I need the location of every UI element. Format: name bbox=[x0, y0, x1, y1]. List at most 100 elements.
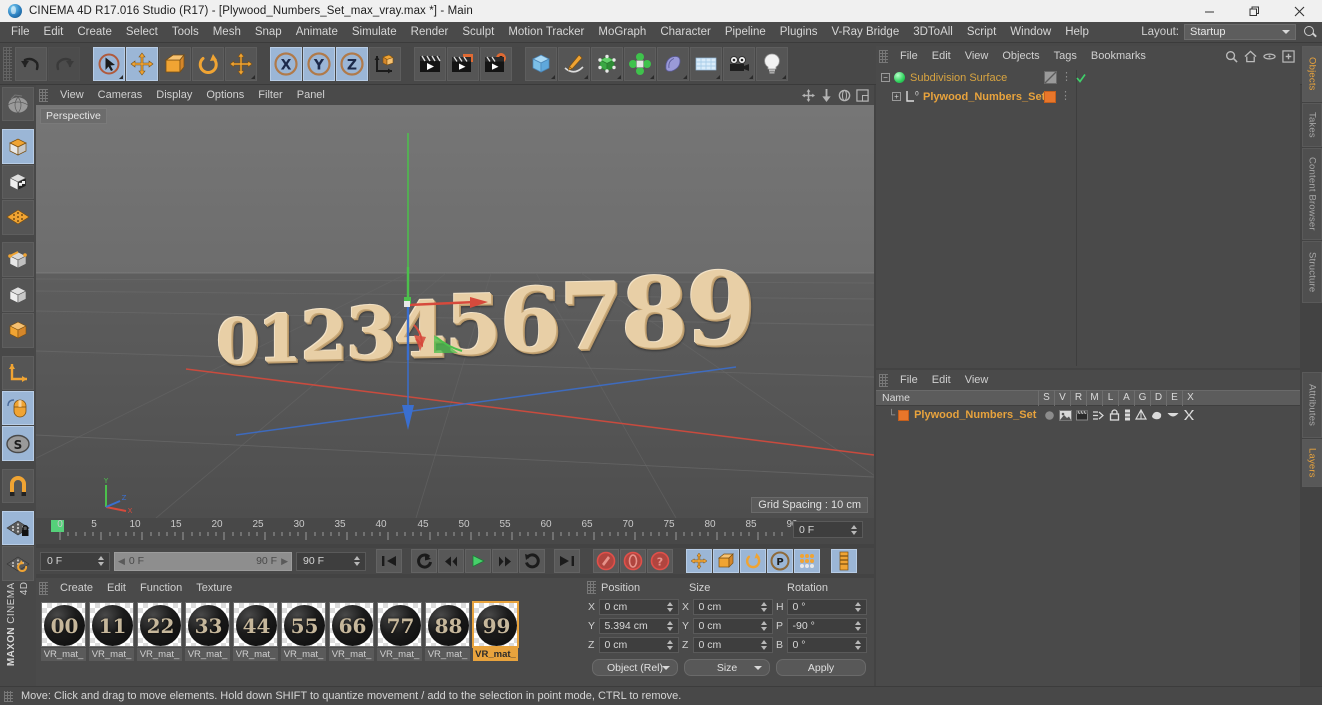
xref-toggle-icon[interactable] bbox=[1183, 409, 1195, 421]
toolbar-grip[interactable] bbox=[3, 46, 12, 81]
manager-toggle-icon[interactable] bbox=[1092, 410, 1105, 421]
spinner-icon[interactable] bbox=[851, 524, 858, 535]
menu-3dtoall[interactable]: 3DToAll bbox=[906, 24, 960, 40]
search-icon[interactable] bbox=[1302, 24, 1319, 41]
add-generator-button[interactable] bbox=[591, 46, 623, 81]
material-item[interactable]: 55 VR_mat_ bbox=[281, 602, 326, 661]
close-button[interactable] bbox=[1277, 0, 1322, 22]
render-view-button[interactable] bbox=[414, 46, 446, 81]
play-backwards-button[interactable] bbox=[411, 549, 437, 573]
coordinates-grip[interactable] bbox=[587, 581, 596, 594]
record-scale-button[interactable] bbox=[713, 549, 739, 573]
range-right-arrow-icon[interactable]: ▶ bbox=[281, 556, 288, 567]
layer-manager-grip[interactable] bbox=[879, 373, 888, 387]
spinner-icon[interactable] bbox=[761, 621, 768, 631]
menu-mograph[interactable]: MoGraph bbox=[591, 24, 653, 40]
visible-toggle-icon[interactable] bbox=[1059, 409, 1073, 421]
material-menu-edit[interactable]: Edit bbox=[100, 581, 133, 595]
rot-h-field[interactable]: 0 ° bbox=[786, 599, 867, 615]
material-preview[interactable]: 77 bbox=[377, 602, 422, 647]
step-back-button[interactable] bbox=[438, 549, 464, 573]
add-cube-button[interactable] bbox=[525, 46, 557, 81]
menu-plugins[interactable]: Plugins bbox=[773, 24, 825, 40]
spinner-icon[interactable] bbox=[667, 602, 674, 612]
material-preview[interactable]: 55 bbox=[281, 602, 326, 647]
layer-row[interactable]: └ Plywood_Numbers_Set bbox=[876, 406, 1300, 424]
polygons-mode-button[interactable] bbox=[2, 313, 34, 348]
lock-toggle-icon[interactable] bbox=[1109, 409, 1120, 421]
menu-file[interactable]: File bbox=[4, 24, 37, 40]
layer-color-swatch[interactable] bbox=[898, 409, 910, 421]
snap-button[interactable] bbox=[2, 468, 34, 504]
add-light-button[interactable] bbox=[756, 46, 788, 81]
tab-attributes[interactable]: Attributes bbox=[1302, 372, 1322, 438]
material-item[interactable]: 22 VR_mat_ bbox=[137, 602, 182, 661]
minimize-button[interactable] bbox=[1187, 0, 1232, 22]
rot-p-field[interactable]: -90 ° bbox=[786, 618, 867, 634]
material-menu-create[interactable]: Create bbox=[53, 581, 100, 595]
transform-tool-button[interactable] bbox=[225, 46, 257, 81]
object-menu-view[interactable]: View bbox=[958, 49, 996, 63]
expression-toggle-icon[interactable] bbox=[1167, 411, 1179, 420]
max-frame-input[interactable]: 90 F bbox=[296, 551, 366, 571]
material-preview[interactable]: 88 bbox=[425, 602, 470, 647]
render-settings-button[interactable] bbox=[480, 46, 512, 81]
material-menu-function[interactable]: Function bbox=[133, 581, 189, 595]
pos-y-field[interactable]: 5.394 cm bbox=[598, 618, 679, 634]
current-frame-input[interactable]: 0 F bbox=[40, 551, 110, 571]
object-manager-grip[interactable] bbox=[879, 49, 888, 63]
y-axis-lock-button[interactable]: Y bbox=[303, 46, 335, 81]
apply-button[interactable]: Apply bbox=[776, 659, 866, 676]
viewport-grip[interactable] bbox=[39, 88, 48, 102]
viewport-menu-options[interactable]: Options bbox=[199, 88, 251, 102]
expand-toggle-icon[interactable]: − bbox=[881, 73, 890, 82]
material-preview[interactable]: 44 bbox=[233, 602, 278, 647]
points-mode-button[interactable] bbox=[2, 200, 34, 235]
material-preview[interactable]: 33 bbox=[185, 602, 230, 647]
menu-tools[interactable]: Tools bbox=[165, 24, 206, 40]
add-environment-button[interactable] bbox=[690, 46, 722, 81]
object-menu-file[interactable]: File bbox=[893, 49, 925, 63]
edges-mode-button[interactable] bbox=[2, 242, 34, 277]
autokeying-button[interactable] bbox=[620, 549, 646, 573]
timeline-ruler[interactable]: 0 5 10 15 20 25 30 35 40 45 50 55 60 65 … bbox=[40, 518, 798, 544]
animation-toggle-icon[interactable] bbox=[1124, 409, 1131, 421]
material-manager-grip[interactable] bbox=[39, 581, 48, 595]
expand-toggle-icon[interactable]: + bbox=[892, 92, 901, 101]
material-preview[interactable]: 66 bbox=[329, 602, 374, 647]
menu-animate[interactable]: Animate bbox=[289, 24, 345, 40]
object-row-subdivision-surface[interactable]: − Subdivision Surface ⋮ bbox=[876, 68, 1300, 87]
maximize-view-icon[interactable] bbox=[856, 88, 869, 102]
spinner-icon[interactable] bbox=[855, 640, 862, 650]
deformer-toggle-icon[interactable] bbox=[1151, 410, 1163, 421]
rot-b-field[interactable]: 0 ° bbox=[786, 637, 867, 653]
menu-create[interactable]: Create bbox=[70, 24, 119, 40]
world-object-coordinates-button[interactable] bbox=[369, 46, 401, 81]
record-position-button[interactable] bbox=[686, 549, 712, 573]
display-tag-icon[interactable] bbox=[1044, 71, 1057, 84]
material-preview[interactable]: 22 bbox=[137, 602, 182, 647]
layout-dropdown[interactable]: Startup bbox=[1184, 24, 1296, 40]
menu-vray-bridge[interactable]: V-Ray Bridge bbox=[824, 24, 906, 40]
menu-window[interactable]: Window bbox=[1003, 24, 1058, 40]
home-icon[interactable] bbox=[1244, 50, 1257, 63]
menu-pipeline[interactable]: Pipeline bbox=[718, 24, 773, 40]
spinner-icon[interactable] bbox=[855, 621, 862, 631]
material-item-selected[interactable]: 99 VR_mat_ bbox=[472, 601, 519, 661]
menu-snap[interactable]: Snap bbox=[248, 24, 289, 40]
material-item[interactable]: 11 VR_mat_ bbox=[89, 602, 134, 661]
menu-select[interactable]: Select bbox=[119, 24, 165, 40]
material-item[interactable]: 33 VR_mat_ bbox=[185, 602, 230, 661]
object-menu-edit[interactable]: Edit bbox=[925, 49, 958, 63]
new-layer-icon[interactable] bbox=[1282, 49, 1295, 63]
viewport-menu-panel[interactable]: Panel bbox=[290, 88, 332, 102]
live-selection-button[interactable] bbox=[93, 46, 125, 81]
record-pla-button[interactable]: P bbox=[767, 549, 793, 573]
rotate-tool-button[interactable] bbox=[192, 46, 224, 81]
status-bar-grip[interactable] bbox=[4, 690, 13, 702]
model-mode-button[interactable] bbox=[2, 129, 34, 164]
add-spline-button[interactable] bbox=[558, 46, 590, 81]
redo-button[interactable] bbox=[48, 46, 80, 81]
menu-edit[interactable]: Edit bbox=[37, 24, 71, 40]
menu-render[interactable]: Render bbox=[404, 24, 456, 40]
